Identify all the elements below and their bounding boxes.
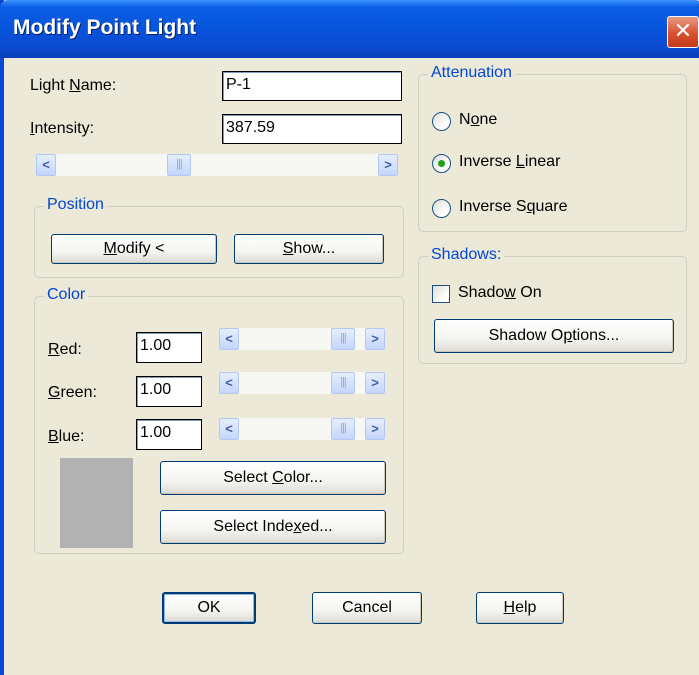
button-text: tions...	[572, 327, 620, 344]
button-text: OK	[197, 599, 221, 616]
button-text: odify <	[116, 240, 165, 257]
shadow-options-button[interactable]: Shadow Options...	[434, 319, 674, 353]
accelerator-key: q	[526, 198, 536, 215]
label-text: inear	[524, 153, 561, 170]
accelerator-key: G	[48, 384, 61, 401]
title-bar[interactable]: Modify Point Light ✕	[0, 0, 699, 58]
label-text: ame:	[80, 77, 117, 94]
attenuation-option-none[interactable]: None	[432, 110, 652, 136]
shadows-group-title: Shadows:	[428, 246, 505, 264]
accelerator-key: H	[503, 599, 516, 616]
radio-button[interactable]	[432, 154, 451, 173]
scroll-right-icon[interactable]: >	[365, 328, 385, 350]
accelerator-key: C	[272, 469, 284, 486]
modify-point-light-dialog: Modify Point Light ✕ Light Name: P-1 Int…	[0, 0, 699, 675]
green-scrollbar[interactable]: < ||| >	[219, 372, 385, 394]
close-icon[interactable]: ✕	[667, 16, 699, 48]
accelerator-key: R	[48, 341, 60, 358]
label-text: ne	[479, 111, 498, 128]
help-button[interactable]: Help	[476, 592, 564, 624]
green-label: Green:	[48, 384, 97, 402]
label-text: reen:	[60, 384, 97, 401]
scroll-left-icon[interactable]: <	[219, 418, 239, 440]
red-scrollbar[interactable]: < ||| >	[219, 328, 385, 350]
position-group-title: Position	[44, 196, 107, 214]
label-text: Inverse	[459, 153, 516, 170]
checkbox-label: Shadow On	[458, 284, 542, 302]
blue-label: Blue:	[48, 428, 84, 446]
select-color-button[interactable]: Select Color...	[160, 461, 386, 495]
select-indexed-button[interactable]: Select Indexed...	[160, 510, 386, 544]
radio-button[interactable]	[432, 112, 451, 131]
blue-scrollbar[interactable]: < ||| >	[219, 418, 385, 440]
red-label: Red:	[48, 341, 82, 359]
light-name-label: Light Name:	[30, 77, 116, 95]
accelerator-key: S	[282, 240, 294, 257]
shadow-on-checkbox[interactable]: Shadow On	[432, 282, 632, 308]
label-text: Shado	[458, 284, 505, 301]
cancel-button[interactable]: Cancel	[312, 592, 422, 624]
radio-label: None	[459, 111, 497, 129]
button-text: olor...	[283, 469, 323, 486]
scroll-thumb[interactable]: |||	[331, 372, 355, 394]
accelerator-key: L	[515, 153, 525, 170]
attenuation-group-title: Attenuation	[428, 64, 515, 82]
button-text: how...	[293, 240, 336, 257]
scroll-thumb[interactable]: |||	[167, 154, 191, 176]
button-text: Select Inde	[213, 518, 294, 535]
radio-selected-dot	[438, 160, 445, 167]
attenuation-option-inverse-linear[interactable]: Inverse Linear	[432, 152, 652, 178]
scroll-left-icon[interactable]: <	[36, 154, 56, 176]
red-field[interactable]: 1.00	[136, 332, 202, 363]
button-text: Cancel	[342, 599, 392, 616]
button-text: Select	[223, 469, 273, 486]
label-text: ntensity:	[34, 120, 95, 137]
intensity-scrollbar[interactable]: < ||| >	[36, 154, 398, 176]
accelerator-key: N	[69, 77, 81, 94]
scroll-thumb[interactable]: |||	[331, 418, 355, 440]
scroll-left-icon[interactable]: <	[219, 328, 239, 350]
scroll-thumb[interactable]: |||	[331, 328, 355, 350]
ok-button[interactable]: OK	[162, 592, 256, 624]
checkbox-box[interactable]	[432, 285, 450, 303]
label-text: lue:	[58, 428, 85, 445]
intensity-label: Intensity:	[30, 120, 94, 138]
label-text: uare	[535, 198, 568, 215]
accelerator-key: B	[48, 428, 59, 445]
radio-button[interactable]	[432, 199, 451, 218]
window-title: Modify Point Light	[13, 16, 197, 39]
intensity-field[interactable]: 387.59	[222, 114, 402, 144]
light-name-field[interactable]: P-1	[222, 71, 402, 101]
green-field[interactable]: 1.00	[136, 376, 202, 407]
blue-field[interactable]: 1.00	[136, 419, 202, 450]
show-button[interactable]: Show...	[234, 234, 384, 264]
accelerator-key: w	[504, 284, 516, 301]
scroll-right-icon[interactable]: >	[365, 372, 385, 394]
label-text: On	[515, 284, 542, 301]
label-text: Inverse S	[459, 198, 527, 215]
scroll-right-icon[interactable]: >	[378, 154, 398, 176]
attenuation-option-inverse-square[interactable]: Inverse Square	[432, 197, 652, 223]
scroll-right-icon[interactable]: >	[365, 418, 385, 440]
color-group-title: Color	[44, 286, 89, 304]
accelerator-key: M	[103, 240, 117, 257]
color-swatch	[60, 458, 133, 548]
label-text: Light	[30, 77, 70, 94]
scroll-left-icon[interactable]: <	[219, 372, 239, 394]
radio-label: Inverse Square	[459, 198, 568, 216]
modify-button[interactable]: Modify <	[51, 234, 217, 264]
label-text: ed:	[59, 341, 82, 358]
button-text: Shadow O	[488, 327, 564, 344]
button-text: ed...	[301, 518, 333, 535]
button-text: elp	[515, 599, 537, 616]
accelerator-key: p	[563, 327, 573, 344]
label-text: N	[459, 111, 471, 128]
radio-label: Inverse Linear	[459, 153, 560, 171]
